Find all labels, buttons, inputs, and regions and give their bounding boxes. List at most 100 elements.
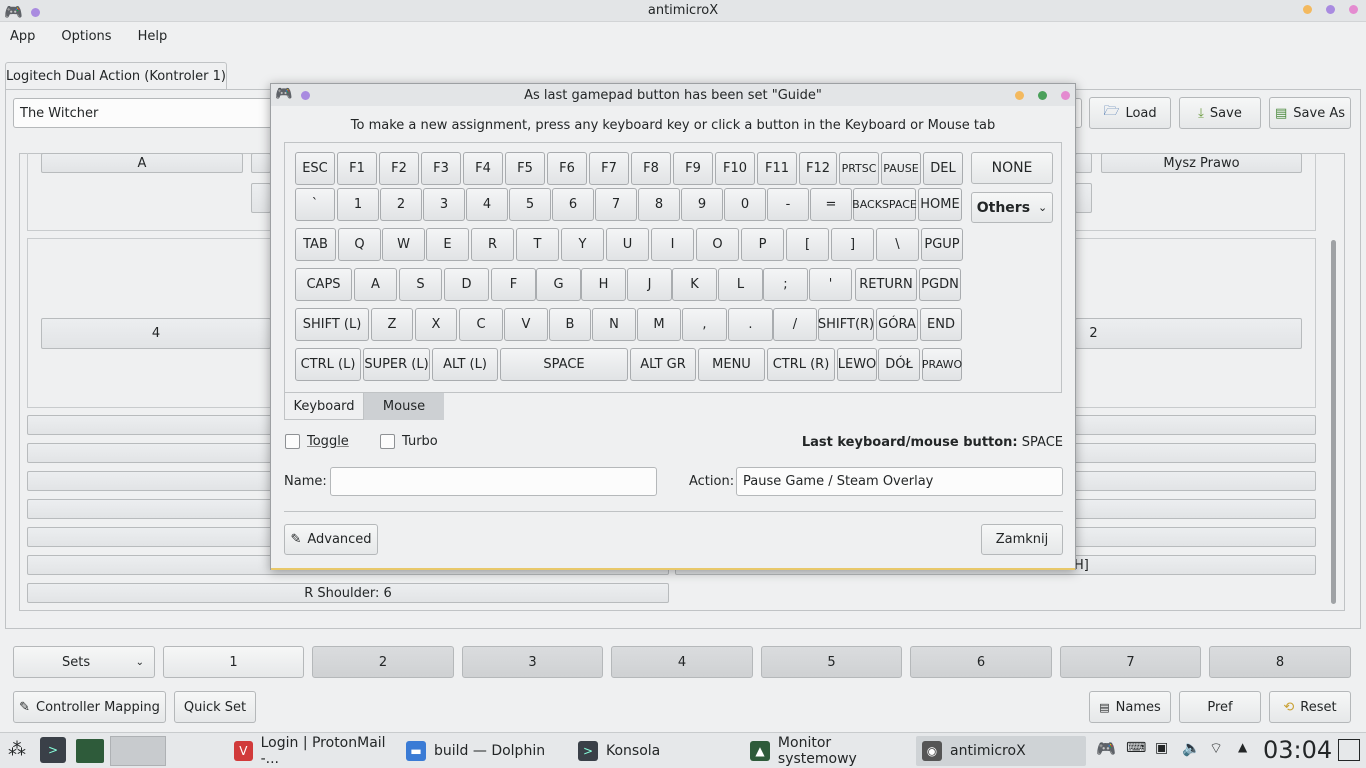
task-protonmail[interactable]: V Login | ProtonMail -... bbox=[228, 735, 398, 767]
key-q[interactable]: Q bbox=[338, 228, 381, 261]
key-góra[interactable]: GÓRA bbox=[876, 308, 918, 341]
key-m[interactable]: M bbox=[637, 308, 681, 341]
button-4[interactable]: 4 bbox=[41, 318, 271, 349]
wifi-tray-icon[interactable]: ⌔ bbox=[1209, 739, 1223, 758]
sets-dropdown[interactable]: Sets ⌄ bbox=[13, 646, 155, 678]
show-desktop-button[interactable] bbox=[1338, 739, 1360, 761]
key-9[interactable]: 9 bbox=[681, 188, 723, 221]
r-shoulder-button[interactable]: R Shoulder: 6 bbox=[27, 583, 669, 603]
key-3[interactable]: 3 bbox=[423, 188, 465, 221]
key-f1[interactable]: F1 bbox=[337, 152, 377, 185]
none-button[interactable]: NONE bbox=[971, 152, 1053, 184]
set-1-button[interactable]: 1 bbox=[163, 646, 304, 678]
set-7-button[interactable]: 7 bbox=[1060, 646, 1201, 678]
key-alt-gr[interactable]: ALT GR bbox=[630, 348, 696, 381]
action-field[interactable]: Pause Game / Steam Overlay bbox=[736, 467, 1063, 496]
key-tab[interactable]: TAB bbox=[295, 228, 336, 261]
key-dół[interactable]: DÓŁ bbox=[878, 348, 920, 381]
key-f7[interactable]: F7 bbox=[589, 152, 629, 185]
key-o[interactable]: O bbox=[696, 228, 739, 261]
key-f2[interactable]: F2 bbox=[379, 152, 419, 185]
key-7[interactable]: 7 bbox=[595, 188, 637, 221]
button-partial-1[interactable] bbox=[251, 153, 271, 173]
key-symbol[interactable]: ` bbox=[295, 188, 335, 221]
key-f9[interactable]: F9 bbox=[673, 152, 713, 185]
clipboard-tray-icon[interactable]: ▣ bbox=[1155, 740, 1168, 756]
key-a[interactable]: A bbox=[354, 268, 397, 301]
key-g[interactable]: G bbox=[536, 268, 581, 301]
key-symbol[interactable]: [ bbox=[786, 228, 829, 261]
key-symbol[interactable]: . bbox=[728, 308, 773, 341]
menu-app[interactable]: App bbox=[10, 29, 35, 44]
menu-help[interactable]: Help bbox=[138, 29, 168, 44]
task-konsola[interactable]: > Konsola bbox=[572, 736, 742, 766]
controller-mapping-button[interactable]: ✎ Controller Mapping bbox=[13, 691, 166, 723]
key-esc[interactable]: ESC bbox=[295, 152, 335, 185]
key-home[interactable]: HOME bbox=[918, 188, 962, 221]
key-del[interactable]: DEL bbox=[923, 152, 963, 185]
key-d[interactable]: D bbox=[444, 268, 489, 301]
key-f3[interactable]: F3 bbox=[421, 152, 461, 185]
key-6[interactable]: 6 bbox=[552, 188, 594, 221]
key-i[interactable]: I bbox=[651, 228, 694, 261]
system-monitor-launcher-icon[interactable] bbox=[76, 739, 104, 763]
toggle-box[interactable] bbox=[285, 434, 300, 449]
key-j[interactable]: J bbox=[627, 268, 672, 301]
task-monitor[interactable]: ▲ Monitor systemowy bbox=[744, 735, 914, 767]
terminal-launcher-icon[interactable]: > bbox=[40, 737, 66, 763]
key-symbol[interactable]: ] bbox=[831, 228, 874, 261]
tray-expand-icon[interactable]: ▲ bbox=[1238, 740, 1247, 754]
key-l[interactable]: L bbox=[718, 268, 763, 301]
key-p[interactable]: P bbox=[741, 228, 784, 261]
app-launcher-icon[interactable]: ⁂ bbox=[8, 739, 26, 760]
save-as-button[interactable]: ▤ Save As bbox=[1269, 97, 1351, 129]
key-backspace[interactable]: BACKSPACE bbox=[852, 188, 917, 221]
key-f8[interactable]: F8 bbox=[631, 152, 671, 185]
key-symbol[interactable]: \ bbox=[876, 228, 919, 261]
key-symbol[interactable]: ; bbox=[763, 268, 808, 301]
pager-slot[interactable] bbox=[168, 736, 224, 766]
key-f5[interactable]: F5 bbox=[505, 152, 545, 185]
key-f12[interactable]: F12 bbox=[799, 152, 837, 185]
key-c[interactable]: C bbox=[459, 308, 503, 341]
save-button[interactable]: ⤓ Save bbox=[1179, 97, 1261, 129]
key-ctrl-r[interactable]: CTRL (R) bbox=[767, 348, 835, 381]
key-t[interactable]: T bbox=[516, 228, 559, 261]
set-3-button[interactable]: 3 bbox=[462, 646, 603, 678]
close-button[interactable]: Zamknij bbox=[981, 524, 1063, 555]
tab-keyboard[interactable]: Keyboard bbox=[284, 393, 364, 420]
button-partial-3[interactable] bbox=[1075, 153, 1092, 173]
task-antimicrox[interactable]: ◉ antimicroX bbox=[916, 736, 1086, 766]
gamepad-tray-icon[interactable]: 🎮 bbox=[1096, 739, 1116, 758]
key-symbol[interactable]: - bbox=[767, 188, 809, 221]
button-mysz-prawo[interactable]: Mysz Prawo bbox=[1101, 153, 1302, 173]
key-ctrl-l[interactable]: CTRL (L) bbox=[295, 348, 361, 381]
key-return[interactable]: RETURN bbox=[855, 268, 917, 301]
key-u[interactable]: U bbox=[606, 228, 649, 261]
key-f10[interactable]: F10 bbox=[715, 152, 755, 185]
volume-tray-icon[interactable]: 🔈 bbox=[1182, 739, 1201, 757]
tab-controller[interactable]: Logitech Dual Action (Kontroler 1) bbox=[5, 62, 227, 90]
key-prawo[interactable]: PRAWO bbox=[922, 348, 962, 381]
button-a[interactable]: A bbox=[41, 153, 243, 173]
clock[interactable]: 03:04 bbox=[1263, 736, 1332, 764]
key-symbol[interactable]: ' bbox=[809, 268, 852, 301]
key-f11[interactable]: F11 bbox=[757, 152, 797, 185]
key-x[interactable]: X bbox=[415, 308, 457, 341]
turbo-checkbox[interactable]: Turbo bbox=[380, 434, 438, 449]
key-pause[interactable]: PAUSE bbox=[881, 152, 921, 185]
close-icon[interactable] bbox=[1349, 5, 1358, 14]
key-v[interactable]: V bbox=[504, 308, 548, 341]
set-8-button[interactable]: 8 bbox=[1209, 646, 1351, 678]
key-h[interactable]: H bbox=[581, 268, 626, 301]
key-0[interactable]: 0 bbox=[724, 188, 766, 221]
minimize-icon[interactable] bbox=[1303, 5, 1312, 14]
key-b[interactable]: B bbox=[549, 308, 591, 341]
toggle-checkbox[interactable]: Toggle bbox=[285, 434, 349, 449]
load-button[interactable]: 🗁 Load bbox=[1089, 97, 1171, 129]
key-2[interactable]: 2 bbox=[380, 188, 422, 221]
key-shift-l[interactable]: SHIFT (L) bbox=[295, 308, 369, 341]
key-end[interactable]: END bbox=[920, 308, 962, 341]
set-4-button[interactable]: 4 bbox=[611, 646, 753, 678]
keyboard-tray-icon[interactable]: ⌨ bbox=[1126, 740, 1146, 756]
